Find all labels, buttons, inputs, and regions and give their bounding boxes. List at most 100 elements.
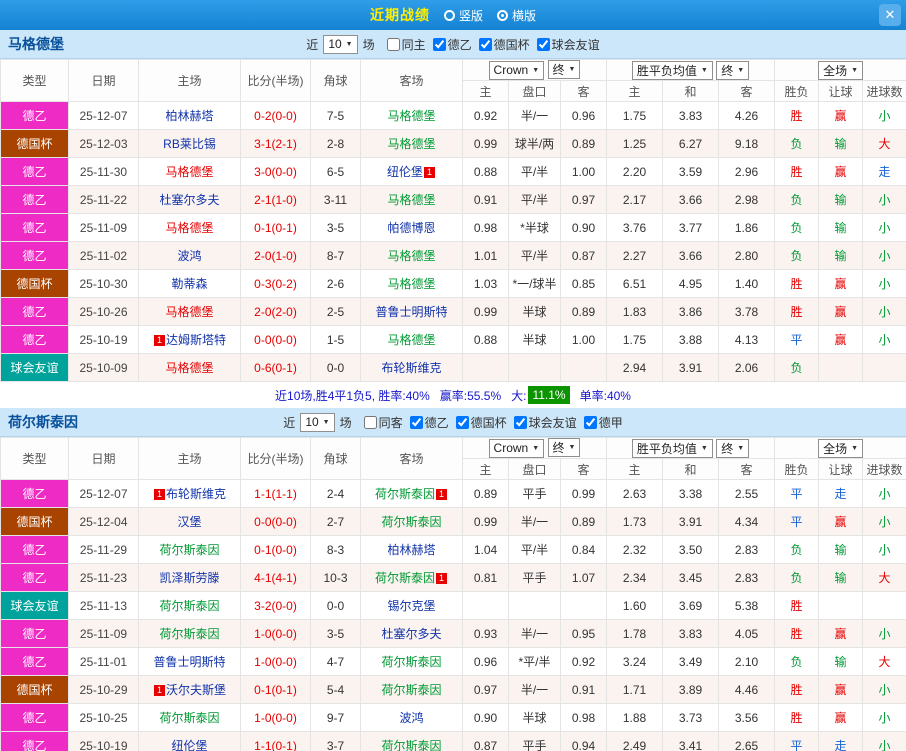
team-name-link[interactable]: 波鸿	[177, 249, 201, 263]
checkbox-input[interactable]	[583, 415, 597, 429]
match-row: 德乙 25-10-19 纽伦堡 1-1(0-1) 3-7 荷尔斯泰因 0.87 平手 0.94 2…	[0, 731, 906, 751]
col-header-handicap-result: 让球	[818, 80, 864, 102]
team-name-link[interactable]: RB莱比锡	[163, 137, 216, 151]
asia-away-odds: 0.89	[559, 297, 608, 326]
scope-select[interactable]: 全场 ▼	[818, 60, 864, 80]
team-name-link[interactable]: 锡尔克堡	[387, 599, 435, 613]
team-section-header: 荷尔斯泰因 近 10 ▼ 场 同客 德乙 德国杯 球会友谊 德甲	[0, 408, 906, 437]
team-name-link[interactable]: 荷尔斯泰因	[159, 543, 219, 557]
filter-checkbox-德乙[interactable]: 德乙	[432, 36, 472, 53]
europe-away-odds: 2.83	[718, 563, 776, 592]
team-name-link[interactable]: 荷尔斯泰因	[159, 627, 219, 641]
team-name-link[interactable]: 荷尔斯泰因	[381, 655, 441, 669]
team-name-link[interactable]: 达姆斯塔特	[166, 333, 226, 347]
checkbox-input[interactable]	[363, 415, 377, 429]
chevron-down-icon: ▼	[851, 444, 859, 452]
team-name-link[interactable]: 波鸿	[399, 711, 423, 725]
away-team-cell: 马格德堡	[360, 325, 463, 354]
team-name-link[interactable]: 纽伦堡	[387, 165, 423, 179]
team-name-link[interactable]: 普鲁士明斯特	[153, 655, 225, 669]
bookmaker-select[interactable]: Crown ▼	[488, 60, 545, 80]
corner-count: 8-3	[310, 535, 361, 564]
team-name-link[interactable]: 柏林赫塔	[387, 543, 435, 557]
team-name-link[interactable]: 荷尔斯泰因	[381, 683, 441, 697]
recent-count-value: 10	[328, 37, 342, 51]
recent-count-select[interactable]: 10 ▼	[323, 34, 358, 54]
team-name-link[interactable]: 马格德堡	[387, 109, 435, 123]
match-row: 德乙 25-11-30 马格德堡 3-0(0-0) 6-5 纽伦堡 1 0.88 平/半 1.00…	[0, 157, 906, 186]
filter-checkbox-德乙[interactable]: 德乙	[409, 414, 449, 431]
scope-select[interactable]: 全场 ▼	[818, 438, 864, 458]
europe-away-odds: 3.56	[718, 703, 776, 732]
team-name-link[interactable]: 杜塞尔多夫	[159, 193, 219, 207]
checkbox-input[interactable]	[478, 37, 492, 51]
team-name-link[interactable]: 凯泽斯劳滕	[159, 571, 219, 585]
europe-source-select[interactable]: 胜平负均值 ▼	[631, 438, 713, 458]
team-name-link[interactable]: 布轮斯维克	[381, 361, 441, 375]
layout-radio-vertical[interactable]: 竖版	[443, 7, 483, 24]
handicap-flag: 赢	[818, 101, 864, 130]
filter-checkbox-同客[interactable]: 同客	[363, 414, 403, 431]
team-name-link[interactable]: 普鲁士明斯特	[375, 305, 447, 319]
europe-home-odds: 1.60	[606, 591, 664, 620]
team-name-link[interactable]: 马格德堡	[165, 305, 213, 319]
filter-bar: 近 10 ▼ 场 同主 德乙 德国杯 球会友谊	[306, 34, 600, 54]
europe-source-select[interactable]: 胜平负均值 ▼	[631, 60, 713, 80]
team-name-link[interactable]: 杜塞尔多夫	[381, 627, 441, 641]
checkbox-input[interactable]	[536, 37, 550, 51]
europe-draw-odds: 3.83	[662, 619, 720, 648]
filter-checkbox-球会友谊[interactable]: 球会友谊	[536, 36, 600, 53]
asia-stage-select[interactable]: 终 ▼	[547, 438, 581, 458]
team-name-link[interactable]: 马格德堡	[387, 333, 435, 347]
checkbox-input[interactable]	[432, 37, 446, 51]
team-name-link[interactable]: 马格德堡	[387, 249, 435, 263]
team-name-link[interactable]: 荷尔斯泰因	[159, 711, 219, 725]
team-name-link[interactable]: 沃尔夫斯堡	[166, 683, 226, 697]
europe-stage-select[interactable]: 终 ▼	[716, 438, 750, 458]
handicap-flag: 输	[818, 563, 864, 592]
team-name-link[interactable]: 纽伦堡	[171, 739, 207, 751]
team-name-link[interactable]: 荷尔斯泰因	[375, 571, 435, 585]
checkbox-input[interactable]	[513, 415, 527, 429]
team-name-link[interactable]: 帕德博恩	[387, 221, 435, 235]
filter-checkbox-球会友谊[interactable]: 球会友谊	[513, 414, 577, 431]
checkbox-input[interactable]	[455, 415, 469, 429]
team-name-link[interactable]: 荷尔斯泰因	[375, 487, 435, 501]
team-name-link[interactable]: 汉堡	[177, 515, 201, 529]
filter-checkbox-德国杯[interactable]: 德国杯	[478, 36, 530, 53]
team-name-link[interactable]: 勒蒂森	[171, 277, 207, 291]
team-name-link[interactable]: 荷尔斯泰因	[381, 515, 441, 529]
team-name-link[interactable]: 布轮斯维克	[166, 487, 226, 501]
layout-radio-horizontal[interactable]: 横版	[497, 7, 536, 24]
europe-stage-select[interactable]: 终 ▼	[716, 60, 750, 80]
team-name-link[interactable]: 马格德堡	[165, 221, 213, 235]
checkbox-input[interactable]	[386, 37, 400, 51]
team-name-link[interactable]: 马格德堡	[165, 361, 213, 375]
team-name-link[interactable]: 马格德堡	[387, 277, 435, 291]
team-name-link[interactable]: 荷尔斯泰因	[159, 599, 219, 613]
asia-stage-select[interactable]: 终 ▼	[547, 60, 581, 80]
match-score: 0-2(0-0)	[240, 101, 311, 130]
close-icon[interactable]: ✕	[879, 4, 901, 26]
corner-count: 1-5	[310, 325, 361, 354]
checkbox-input[interactable]	[409, 415, 423, 429]
europe-draw-odds: 4.95	[662, 269, 720, 298]
team-name-link[interactable]: 马格德堡	[387, 193, 435, 207]
handicap-flag: 输	[818, 241, 864, 270]
goals-flag: 小	[862, 185, 906, 214]
team-name-link[interactable]: 马格德堡	[387, 137, 435, 151]
europe-away-odds: 1.40	[718, 269, 776, 298]
filter-checkbox-德甲[interactable]: 德甲	[583, 414, 623, 431]
europe-home-odds: 1.83	[606, 297, 664, 326]
recent-count-select[interactable]: 10 ▼	[300, 412, 335, 432]
team-name-link[interactable]: 柏林赫塔	[165, 109, 213, 123]
result-flag: 胜	[774, 101, 820, 130]
filter-checkbox-德国杯[interactable]: 德国杯	[455, 414, 507, 431]
away-team-cell: 荷尔斯泰因	[360, 647, 463, 676]
team-name-link[interactable]: 马格德堡	[165, 165, 213, 179]
bookmaker-select[interactable]: Crown ▼	[488, 438, 545, 458]
filter-checkbox-同主[interactable]: 同主	[386, 36, 426, 53]
team-name-link[interactable]: 荷尔斯泰因	[381, 739, 441, 751]
chevron-down-icon: ▼	[700, 66, 708, 74]
red-card-badge: 1	[436, 573, 447, 584]
